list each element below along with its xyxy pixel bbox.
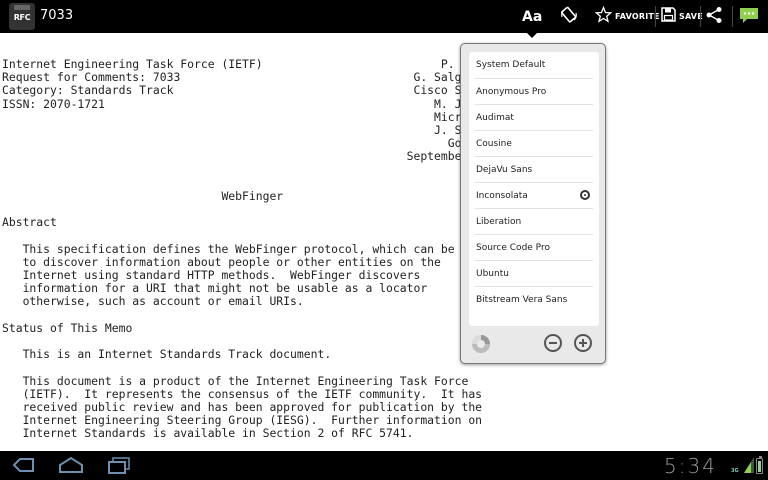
document-line: Internet Standards is available in Secti…	[2, 426, 414, 441]
font-option[interactable]: Cousine	[475, 131, 593, 157]
clock[interactable]: 5:34	[664, 454, 717, 478]
font-option[interactable]: Inconsolata	[475, 183, 593, 209]
system-bar: 5:34 3G	[0, 451, 768, 480]
favorite-label: FAVORITE	[615, 12, 660, 21]
document-text: Internet Engineering Task Force (IETF) P…	[2, 57, 489, 441]
font-option-label: Source Code Pro	[476, 242, 550, 253]
color-wheel-icon	[472, 335, 490, 353]
home-icon	[58, 456, 84, 478]
font-option-label: Inconsolata	[476, 190, 528, 201]
font-option[interactable]: System Default	[475, 52, 593, 79]
font-option-label: Bitstream Vera Sans	[476, 295, 568, 305]
battery-fill	[758, 461, 761, 472]
document-line: This specification defines the WebFinger…	[2, 241, 483, 256]
favorite-button[interactable]: FAVORITE	[594, 0, 660, 33]
font-option[interactable]: Anonymous Pro	[475, 79, 593, 105]
document-line: otherwise, such as account or email URIs…	[2, 294, 304, 309]
font-option[interactable]: Source Code Pro	[475, 235, 593, 261]
document-line	[2, 309, 489, 322]
font-option[interactable]: Bitstream Vera Sans	[475, 287, 593, 313]
color-theme-button[interactable]	[471, 334, 491, 354]
share-button[interactable]	[705, 0, 723, 33]
chat-icon	[738, 6, 760, 28]
divider	[655, 6, 656, 27]
save-button[interactable]: SAVE	[661, 0, 703, 33]
font-settings-popup: System Default Anonymous Pro Audimat Cousin…	[460, 43, 606, 364]
divider	[700, 6, 701, 27]
document-line: This document is a product of the Intern…	[2, 373, 469, 388]
document-line: Status of This Memo	[2, 320, 133, 335]
document-line: Abstract	[2, 215, 57, 230]
font-option[interactable]: Audimat	[475, 105, 593, 131]
font-option-label: Cousine	[476, 138, 512, 149]
document-line	[2, 203, 489, 216]
battery-icon	[756, 456, 763, 474]
document-line: WebFinger	[2, 188, 284, 203]
document-line: (IETF). It represents the consensus of t…	[2, 386, 483, 401]
recent-apps-icon	[107, 457, 131, 478]
font-settings-button[interactable]: Aa	[522, 0, 542, 38]
font-option[interactable]: Ubuntu	[475, 261, 593, 287]
folder-tab	[14, 5, 30, 10]
share-icon	[705, 6, 723, 28]
floppy-disk-icon	[661, 7, 676, 26]
document-line	[2, 177, 489, 190]
document-line	[2, 229, 489, 242]
rotate-icon	[560, 6, 578, 28]
font-option-label: Liberation	[476, 216, 522, 227]
document-line: Microso	[2, 109, 483, 124]
font-option-label: System Default	[476, 60, 546, 70]
network-type: 3G	[731, 468, 739, 474]
font-option-label: Ubuntu	[476, 268, 509, 279]
chat-button[interactable]	[738, 0, 760, 33]
font-option-label: DejaVu Sans	[476, 164, 533, 175]
signal-icon	[744, 457, 754, 477]
document-line: September 20	[2, 149, 489, 164]
app-icon[interactable]: RFC	[9, 3, 35, 30]
recent-apps-button[interactable]	[107, 456, 131, 478]
document-line	[2, 361, 489, 374]
increase-font-size-button[interactable]	[574, 334, 592, 352]
document-title: 7033	[40, 8, 74, 23]
back-button[interactable]	[11, 456, 35, 478]
font-option-label: Audimat	[476, 112, 514, 123]
rotate-button[interactable]	[560, 0, 578, 33]
font-option[interactable]: Liberation	[475, 209, 593, 235]
action-bar: RFC 7033 Aa FAVORITE SAVE	[0, 0, 768, 38]
back-icon	[11, 458, 35, 478]
font-option-label: Anonymous Pro	[476, 86, 547, 97]
decrease-font-size-button[interactable]	[544, 334, 562, 352]
document-line: ISSN: 2070-1721 M. Jon	[2, 96, 476, 111]
star-icon	[594, 5, 613, 27]
popup-footer	[461, 329, 605, 363]
document-line: This is an Internet Standards Track docu…	[2, 347, 332, 362]
app-icon-label: RFC	[13, 13, 31, 22]
document-line	[2, 164, 489, 177]
document-line: Category: Standards Track Cisco Syste	[2, 83, 489, 98]
font-option[interactable]: DejaVu Sans	[475, 157, 593, 183]
divider	[732, 6, 733, 27]
font-list: System Default Anonymous Pro Audimat Cousin…	[469, 52, 599, 326]
selected-radio-icon	[580, 190, 590, 200]
home-button[interactable]	[58, 456, 84, 478]
